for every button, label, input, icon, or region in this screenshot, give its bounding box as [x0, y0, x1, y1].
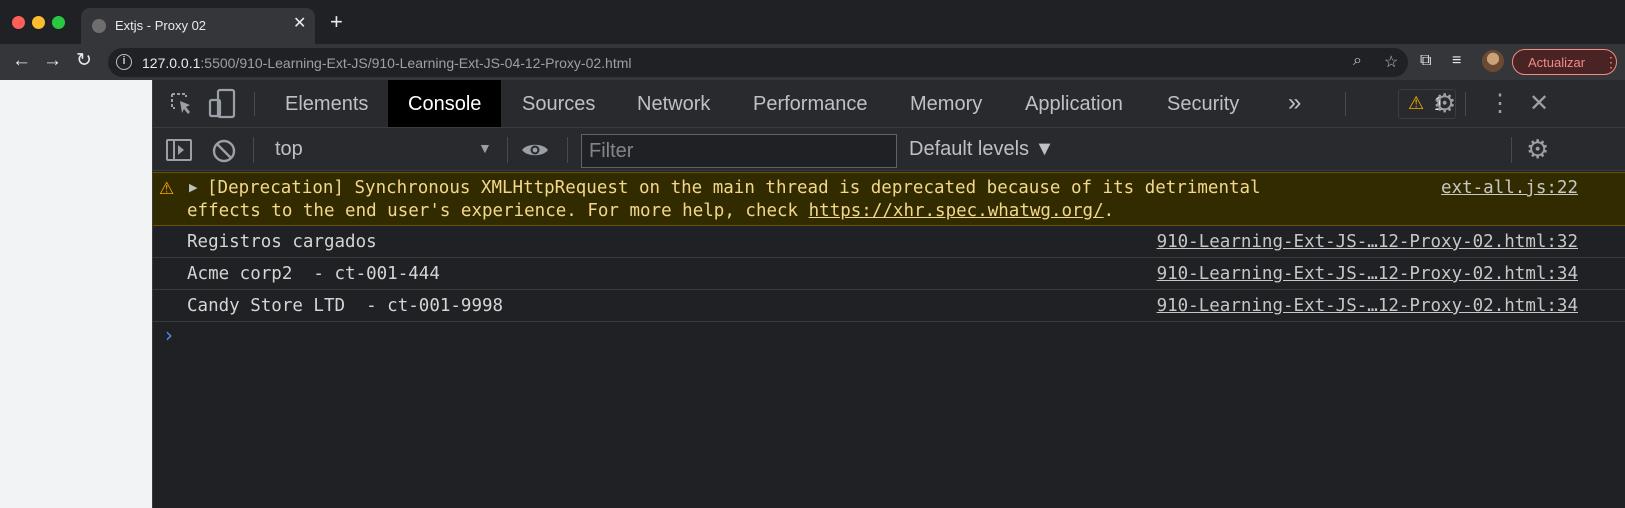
browser-tab[interactable]: Extjs - Proxy 02 ✕: [81, 8, 315, 44]
filter-field[interactable]: [581, 134, 897, 168]
more-tabs-icon[interactable]: »: [1288, 80, 1301, 127]
console-toolbar: top ▼ Default levels ▼ ⚙: [153, 128, 1625, 171]
divider: [253, 137, 254, 163]
chevron-down-icon[interactable]: ▼: [478, 140, 492, 156]
help-link[interactable]: https://xhr.spec.whatwg.org/: [809, 201, 1104, 221]
reading-list-icon[interactable]: ≡: [1452, 52, 1461, 70]
browser-window: Extjs - Proxy 02 ✕ + ← → ↻ i 127.0.0.1:5…: [0, 0, 1625, 508]
log-text: Registros cargados: [187, 232, 377, 252]
tab-application[interactable]: Application: [1025, 80, 1123, 127]
kebab-menu-icon: ⋮: [1604, 54, 1618, 70]
divider: [567, 137, 568, 163]
eye-icon[interactable]: [520, 140, 550, 160]
minimize-window-button[interactable]: [32, 16, 45, 29]
url-text[interactable]: 127.0.0.1:5500/910-Learning-Ext-JS/910-L…: [142, 55, 632, 71]
expand-arrow-icon[interactable]: ▶: [189, 181, 197, 194]
divider: [1465, 92, 1466, 116]
back-arrow-icon[interactable]: ←: [12, 50, 31, 72]
divider: [254, 92, 255, 116]
tab-close-icon[interactable]: ✕: [293, 16, 306, 32]
new-tab-button[interactable]: +: [330, 11, 343, 33]
tab-security[interactable]: Security: [1167, 80, 1239, 127]
forward-arrow-icon[interactable]: →: [43, 50, 62, 72]
device-toolbar-icon[interactable]: [208, 88, 238, 120]
settings-gear-icon[interactable]: ⚙: [1433, 88, 1456, 119]
message-source-link[interactable]: 910-Learning-Ext-JS-…12-Proxy-02.html:32: [1157, 232, 1578, 252]
console-output: ⚠ ▶ [Deprecation] Synchronous XMLHttpReq…: [153, 172, 1625, 508]
update-button[interactable]: Actualizar ⋮: [1512, 49, 1618, 75]
tab-sources[interactable]: Sources: [522, 80, 595, 127]
update-label: Actualizar: [1528, 55, 1586, 70]
message-source-link[interactable]: 910-Learning-Ext-JS-…12-Proxy-02.html:34: [1157, 264, 1578, 284]
globe-icon: [92, 19, 106, 33]
tab-console[interactable]: Console: [388, 80, 502, 127]
log-levels-dropdown[interactable]: Default levels ▼: [909, 138, 1054, 161]
warning-icon: ⚠: [159, 179, 175, 199]
tab-network[interactable]: Network: [637, 80, 710, 127]
clear-console-icon[interactable]: [211, 138, 237, 164]
divider: [1511, 137, 1512, 163]
browser-toolbar: ← → ↻ i 127.0.0.1:5500/910-Learning-Ext-…: [0, 44, 1625, 80]
divider: [507, 137, 508, 163]
console-log-message: Registros cargados 910-Learning-Ext-JS-……: [153, 226, 1625, 258]
address-bar[interactable]: i 127.0.0.1:5500/910-Learning-Ext-JS/910…: [108, 48, 1408, 77]
page-viewport: [0, 80, 152, 508]
filter-input[interactable]: [582, 135, 896, 167]
tab-performance[interactable]: Performance: [753, 80, 868, 127]
console-warning-message: ⚠ ▶ [Deprecation] Synchronous XMLHttpReq…: [153, 172, 1625, 226]
context-selector[interactable]: top: [275, 138, 303, 161]
sidebar-toggle-icon[interactable]: [165, 137, 193, 163]
close-devtools-icon[interactable]: ✕: [1529, 89, 1549, 118]
profile-avatar[interactable]: [1482, 50, 1504, 72]
close-window-button[interactable]: [12, 16, 25, 29]
console-prompt-chevron-icon[interactable]: ›: [165, 323, 173, 347]
tab-elements[interactable]: Elements: [285, 80, 368, 127]
tab-title: Extjs - Proxy 02: [115, 18, 207, 33]
reload-icon[interactable]: ↻: [76, 50, 92, 72]
devtools-tab-bar: Elements Console Sources Network Perform…: [153, 80, 1625, 128]
console-log-message: Acme corp2 - ct-001-444 910-Learning-Ext…: [153, 258, 1625, 290]
inspect-element-icon[interactable]: [169, 91, 195, 117]
message-source-link[interactable]: 910-Learning-Ext-JS-…12-Proxy-02.html:34: [1157, 296, 1578, 316]
devtools-panel: Elements Console Sources Network Perform…: [152, 80, 1625, 508]
message-source-link[interactable]: ext-all.js:22: [1441, 178, 1578, 198]
zoom-icon[interactable]: ⌕: [1353, 52, 1362, 70]
extensions-puzzle-icon[interactable]: ⧉: [1420, 52, 1431, 70]
log-text: Candy Store LTD - ct-001-9998: [187, 296, 504, 316]
console-log-message: Candy Store LTD - ct-001-9998 910-Learni…: [153, 290, 1625, 322]
warning-text-line2: effects to the end user's experience. Fo…: [187, 201, 1115, 221]
console-settings-gear-icon[interactable]: ⚙: [1526, 134, 1549, 165]
maximize-window-button[interactable]: [52, 16, 65, 29]
kebab-menu-icon[interactable]: ⋮: [1488, 89, 1512, 118]
tab-strip: Extjs - Proxy 02 ✕ +: [0, 0, 1625, 44]
log-text: Acme corp2 - ct-001-444: [187, 264, 440, 284]
site-info-icon[interactable]: i: [116, 54, 132, 70]
bookmark-star-icon[interactable]: ☆: [1384, 52, 1398, 72]
divider: [1345, 92, 1346, 116]
tab-memory[interactable]: Memory: [910, 80, 982, 127]
warning-icon: ⚠: [1408, 93, 1425, 113]
page-background-text: [180, 0, 1430, 4]
warning-text-line1: [Deprecation] Synchronous XMLHttpRequest…: [207, 178, 1261, 198]
